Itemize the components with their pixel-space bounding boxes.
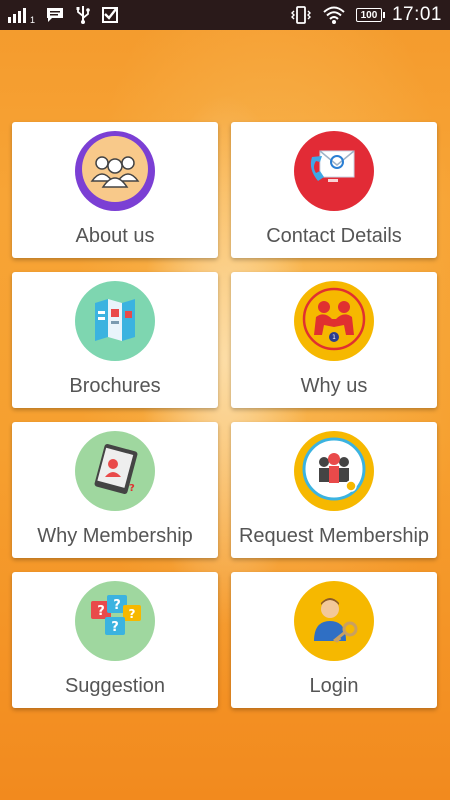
status-bar: 1 100 17:01: [0, 0, 450, 30]
svg-text:1: 1: [332, 334, 336, 341]
battery-icon: 100: [355, 8, 385, 22]
message-icon: [45, 6, 65, 24]
download-check-icon: [101, 6, 119, 24]
contact-email-icon: [294, 131, 374, 211]
about-us-icon-badge: [75, 131, 155, 211]
menu-card-login[interactable]: Login: [231, 572, 437, 708]
menu-card-about-us[interactable]: About us: [12, 122, 218, 258]
membership-card-icon: ?: [75, 431, 155, 511]
signal-icon: 1: [8, 5, 35, 25]
menu-card-label: Why us: [300, 375, 368, 397]
signal-sim-label: 1: [30, 15, 36, 25]
svg-text:?: ?: [113, 598, 121, 613]
brochures-icon-badge: [75, 281, 155, 361]
menu-card-label: Suggestion: [64, 675, 166, 697]
menu-card-label: Contact Details: [266, 225, 402, 247]
why-us-icon-badge: 1: [294, 281, 374, 361]
wifi-icon: [322, 5, 346, 25]
login-icon-badge: [294, 581, 374, 661]
menu-card-request-membership[interactable]: Request Membership: [231, 422, 437, 558]
team-icon: [75, 131, 155, 211]
menu-card-brochures[interactable]: Brochures: [12, 272, 218, 408]
menu-card-suggestion[interactable]: ? ? ? ? Suggestion: [12, 572, 218, 708]
question-bubbles-icon: ? ? ? ?: [75, 581, 155, 661]
request-membership-icon-badge: [294, 431, 374, 511]
svg-text:?: ?: [97, 604, 105, 619]
usb-icon: [75, 5, 91, 25]
menu-card-label: Request Membership: [238, 525, 430, 547]
svg-text:?: ?: [129, 483, 135, 494]
menu-card-label: Why Membership: [37, 525, 193, 547]
menu-card-why-membership[interactable]: ? Why Membership: [12, 422, 218, 558]
group-request-icon: [294, 431, 374, 511]
menu-card-label: Brochures: [69, 375, 161, 397]
status-bar-right: 100 17:01: [290, 4, 442, 26]
contact-details-icon-badge: [294, 131, 374, 211]
brochure-icon: [75, 281, 155, 361]
status-bar-left: 1: [8, 5, 119, 25]
why-membership-icon-badge: ?: [75, 431, 155, 511]
vibrate-icon: [290, 5, 312, 25]
menu-card-contact-details[interactable]: Contact Details: [231, 122, 437, 258]
clock: 17:01: [391, 4, 442, 25]
menu-card-label: About us: [75, 225, 155, 247]
menu-card-label: Login: [309, 675, 359, 697]
svg-text:?: ?: [111, 620, 119, 635]
handshake-icon: 1: [294, 281, 374, 361]
svg-text:?: ?: [129, 607, 136, 621]
menu-card-why-us[interactable]: 1 Why us: [231, 272, 437, 408]
user-key-icon: [294, 581, 374, 661]
suggestion-icon-badge: ? ? ? ?: [75, 581, 155, 661]
